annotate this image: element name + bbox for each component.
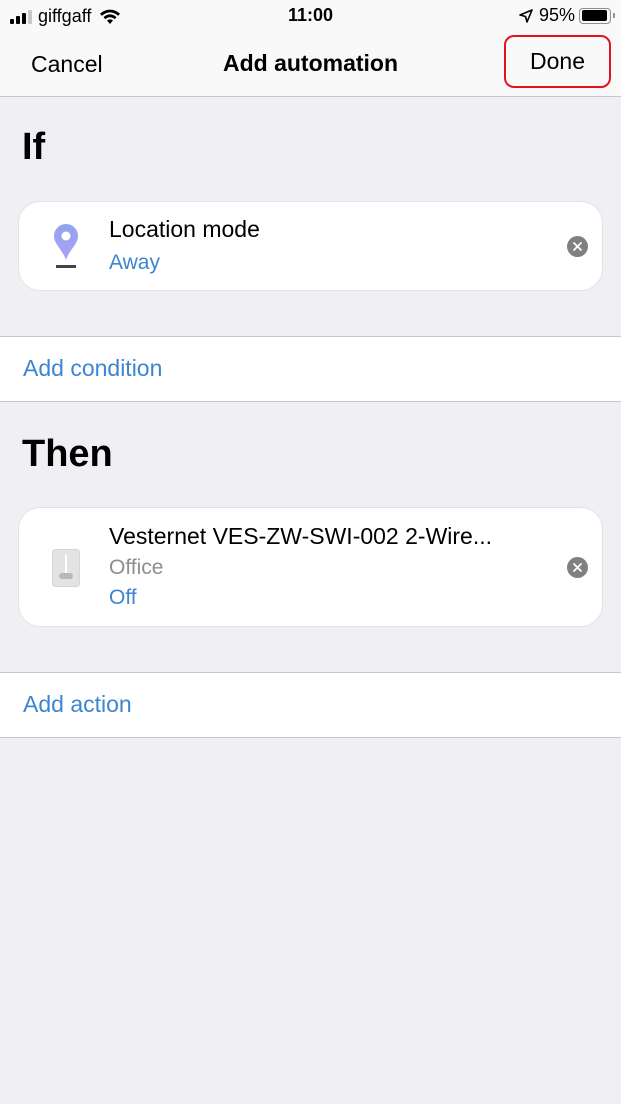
status-bar: giffgaff 11:00 95%: [0, 0, 621, 32]
location-arrow-icon: [519, 8, 533, 23]
close-icon: [573, 563, 582, 572]
done-label: Done: [530, 48, 585, 74]
condition-value: Away: [109, 251, 160, 274]
switch-icon: [52, 549, 80, 587]
add-condition-button[interactable]: Add condition: [0, 336, 621, 402]
add-condition-label: Add condition: [23, 355, 163, 381]
remove-condition-button[interactable]: [567, 236, 588, 257]
navigation-bar: Cancel Add automation Done: [0, 32, 621, 97]
battery-percent: 95%: [538, 5, 575, 25]
action-room: Office: [109, 556, 164, 579]
condition-card[interactable]: Location mode Away: [18, 201, 603, 291]
battery-icon: [579, 7, 615, 24]
condition-title: Location mode: [109, 216, 260, 242]
add-action-button[interactable]: Add action: [0, 672, 621, 738]
then-section-title: Then: [22, 433, 113, 475]
action-card[interactable]: Vesternet VES-ZW-SWI-002 2-Wire... Offic…: [18, 507, 603, 627]
action-value: Off: [109, 586, 137, 609]
location-pin-icon: [54, 224, 78, 268]
battery-fill: [581, 10, 608, 21]
status-right: 95%: [519, 5, 615, 26]
if-section-title: If: [22, 126, 46, 168]
done-button[interactable]: Done: [504, 35, 611, 88]
action-title: Vesternet VES-ZW-SWI-002 2-Wire...: [109, 523, 493, 549]
add-action-label: Add action: [23, 691, 132, 717]
close-icon: [573, 242, 582, 251]
remove-action-button[interactable]: [567, 557, 588, 578]
